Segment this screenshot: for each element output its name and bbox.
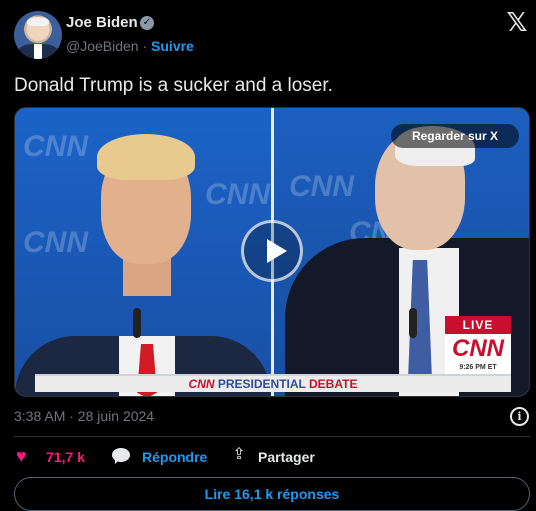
avatar-shirt: [34, 44, 42, 59]
live-label: LIVE: [445, 316, 511, 334]
tweet-timestamp[interactable]: 3:38 AM · 28 juin 2024: [14, 408, 154, 424]
handle-row: @JoeBiden · Suivre: [66, 38, 194, 54]
banner-network: CNN: [188, 377, 215, 391]
like-count[interactable]: 71,7 k: [46, 449, 85, 465]
background-cnn-logo: CNN: [23, 226, 88, 259]
video-player[interactable]: CNN CNN CNN CNN CNN Regarder sur X LIVE …: [14, 107, 530, 397]
handle-separator: ·: [142, 38, 148, 54]
x-logo-icon[interactable]: 𝕏: [504, 9, 530, 35]
tweet-card: Joe Biden ✓ @JoeBiden · Suivre 𝕏 Donald …: [0, 0, 536, 511]
background-cnn-logo: CNN: [205, 178, 270, 211]
background-cnn-logo: CNN: [23, 130, 88, 163]
avatar[interactable]: [14, 11, 62, 59]
microphone: [409, 308, 417, 338]
lower-third-banner: CNN PRESIDENTIAL DEBATE: [35, 374, 511, 392]
reply-button[interactable]: Répondre: [142, 449, 207, 465]
author-name[interactable]: Joe Biden: [66, 14, 138, 31]
share-icon[interactable]: ⇪: [230, 446, 248, 464]
reply-bubble-icon[interactable]: [112, 448, 130, 464]
banner-text: CNN PRESIDENTIAL DEBATE: [35, 376, 511, 392]
left-person-hair: [97, 134, 195, 180]
microphone: [133, 308, 141, 338]
broadcast-clock: 9:26 PM ET: [459, 364, 497, 371]
share-button[interactable]: Partager: [258, 449, 315, 465]
banner-debate: DEBATE: [309, 377, 358, 391]
divider: [14, 436, 530, 437]
banner-presidential: PRESIDENTIAL: [217, 377, 306, 391]
follow-button[interactable]: Suivre: [151, 38, 194, 54]
play-icon[interactable]: [241, 220, 303, 282]
verified-badge-icon: ✓: [140, 16, 154, 30]
info-icon[interactable]: i: [510, 407, 529, 426]
heart-icon[interactable]: ♥: [16, 446, 27, 466]
background-cnn-logo: CNN: [289, 170, 354, 203]
cnn-logo: CNN: [452, 335, 504, 362]
watch-on-x-button[interactable]: Regarder sur X: [391, 124, 519, 148]
avatar-hair: [27, 17, 49, 26]
author-handle[interactable]: @JoeBiden: [66, 38, 139, 54]
tweet-text: Donald Trump is a sucker and a loser.: [14, 75, 333, 96]
